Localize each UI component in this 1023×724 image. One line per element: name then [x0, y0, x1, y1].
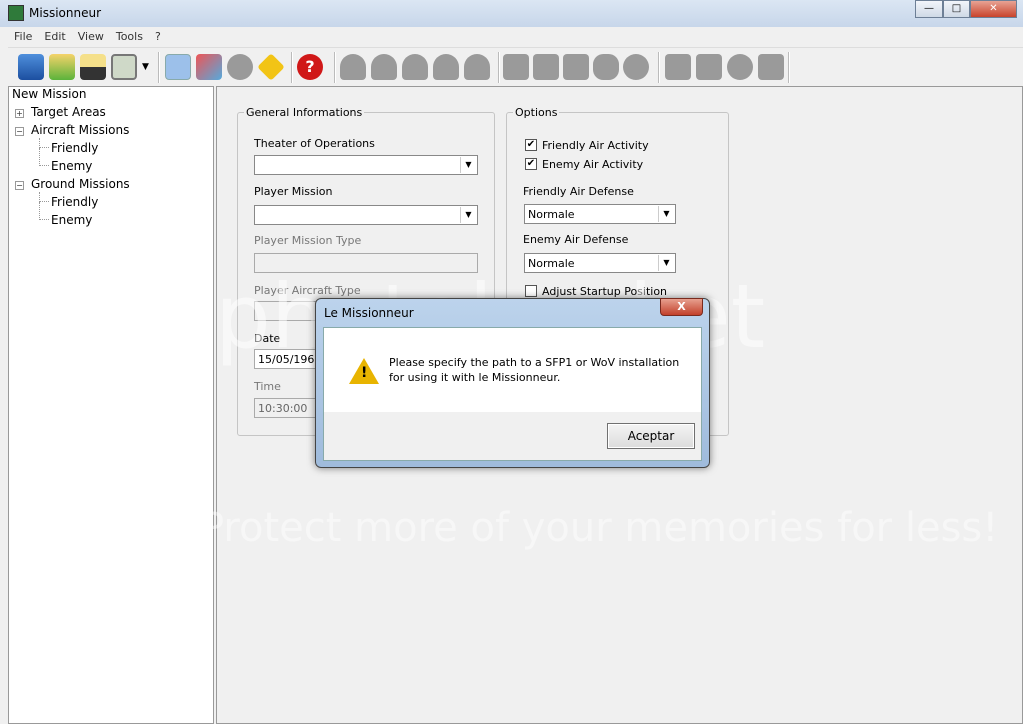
tool-icon[interactable]	[593, 54, 619, 80]
ok-button[interactable]: Aceptar	[607, 423, 695, 449]
maximize-button[interactable]: □	[943, 0, 970, 18]
circle-icon[interactable]	[227, 54, 253, 80]
new-mission-icon[interactable]	[18, 54, 44, 80]
player-mission-select[interactable]: ▼	[254, 205, 478, 225]
mission-type-field	[254, 253, 478, 273]
friendly-air-defense-select[interactable]: Normale ▼	[524, 204, 676, 224]
close-button[interactable]: ✕	[970, 0, 1017, 18]
minimize-button[interactable]: —	[915, 0, 943, 18]
tree-item-aircraft-enemy[interactable]: Enemy	[51, 159, 92, 173]
mission-type-label: Player Mission Type	[254, 234, 362, 247]
remove-unit-icon[interactable]	[433, 54, 459, 80]
menu-view[interactable]: View	[72, 28, 110, 45]
group-legend: General Informations	[244, 106, 365, 119]
collapse-icon[interactable]: −	[15, 127, 24, 136]
enemy-air-defense-select[interactable]: Normale ▼	[524, 253, 676, 273]
toolbar: ▼ ?	[8, 47, 1023, 86]
dialog-message: Please specify the path to a SFP1 or WoV…	[389, 355, 679, 385]
export-icon[interactable]	[111, 54, 137, 80]
adjust-startup-checkbox[interactable]	[525, 285, 537, 297]
message-dialog: Le Missionneur X ! Please specify the pa…	[315, 298, 710, 468]
unit-icon[interactable]	[402, 54, 428, 80]
waypoint-icon[interactable]	[257, 53, 285, 81]
chevron-down-icon: ▼	[658, 206, 674, 222]
time-label: Time	[254, 380, 281, 393]
title-bar: Missionneur — □ ✕	[0, 0, 1023, 27]
chevron-down-icon: ▼	[658, 255, 674, 271]
tree-root[interactable]: New Mission	[12, 87, 86, 101]
warning-icon: !	[349, 358, 379, 384]
tree-item-aircraft-friendly[interactable]: Friendly	[51, 141, 98, 155]
unit-group-icon[interactable]	[340, 54, 366, 80]
chevron-down-icon: ▼	[460, 207, 476, 223]
date-label: Date	[254, 332, 281, 345]
enemy-air-defense-label: Enemy Air Defense	[523, 233, 629, 246]
friendly-air-defense-label: Friendly Air Defense	[523, 185, 634, 198]
window-title: Missionneur	[29, 6, 101, 20]
tool-icon[interactable]	[665, 54, 691, 80]
dialog-close-button[interactable]: X	[660, 298, 703, 316]
group-legend: Options	[513, 106, 560, 119]
player-mission-label: Player Mission	[254, 185, 333, 198]
tool-icon[interactable]	[563, 54, 589, 80]
expand-icon[interactable]: +	[15, 109, 24, 118]
tree-item-target-areas[interactable]: Target Areas	[31, 105, 106, 119]
theater-select[interactable]: ▼	[254, 155, 478, 175]
chevron-down-icon: ▼	[460, 157, 476, 173]
tree-item-ground-missions[interactable]: Ground Missions	[31, 177, 130, 191]
collapse-icon[interactable]: −	[15, 181, 24, 190]
menu-bar: File Edit View Tools?	[8, 28, 1023, 46]
menu-edit[interactable]: Edit	[38, 28, 71, 45]
adjust-startup-label: Adjust Startup Position	[542, 285, 668, 298]
search-icon[interactable]	[623, 54, 649, 80]
unit-settings-icon[interactable]	[464, 54, 490, 80]
circle-icon[interactable]	[727, 54, 753, 80]
menu-tools[interactable]: Tools	[110, 28, 149, 45]
menu-help[interactable]: ?	[149, 28, 167, 45]
dialog-title: Le Missionneur	[324, 306, 414, 320]
friendly-air-activity-label: Friendly Air Activity	[542, 139, 649, 152]
enemy-air-activity-label: Enemy Air Activity	[542, 158, 644, 171]
wizard-icon[interactable]	[196, 54, 222, 80]
help-icon[interactable]: ?	[297, 54, 323, 80]
tool-icon[interactable]	[758, 54, 784, 80]
tree-item-ground-friendly[interactable]: Friendly	[51, 195, 98, 209]
tree-item-aircraft-missions[interactable]: Aircraft Missions	[31, 123, 129, 137]
message-line: Please specify the path to a SFP1 or WoV…	[389, 356, 680, 369]
save-icon[interactable]	[80, 54, 106, 80]
edit-icon[interactable]	[165, 54, 191, 80]
export-dropdown-icon[interactable]: ▼	[142, 62, 149, 72]
add-unit-icon[interactable]	[371, 54, 397, 80]
tool-icon[interactable]	[533, 54, 559, 80]
app-icon	[8, 5, 24, 21]
tree-item-ground-enemy[interactable]: Enemy	[51, 213, 92, 227]
theater-label: Theater of Operations	[254, 137, 375, 150]
friendly-air-activity-checkbox[interactable]: ✔	[525, 139, 537, 151]
enemy-air-activity-checkbox[interactable]: ✔	[525, 158, 537, 170]
message-line: for using it with le Missionneur.	[389, 371, 561, 384]
aircraft-icon[interactable]	[696, 54, 722, 80]
menu-file[interactable]: File	[8, 28, 38, 45]
mission-tree: New Mission + Target Areas − Aircraft Mi…	[8, 86, 214, 724]
aircraft-type-label: Player Aircraft Type	[254, 284, 361, 297]
open-icon[interactable]	[49, 54, 75, 80]
tool-icon[interactable]	[503, 54, 529, 80]
